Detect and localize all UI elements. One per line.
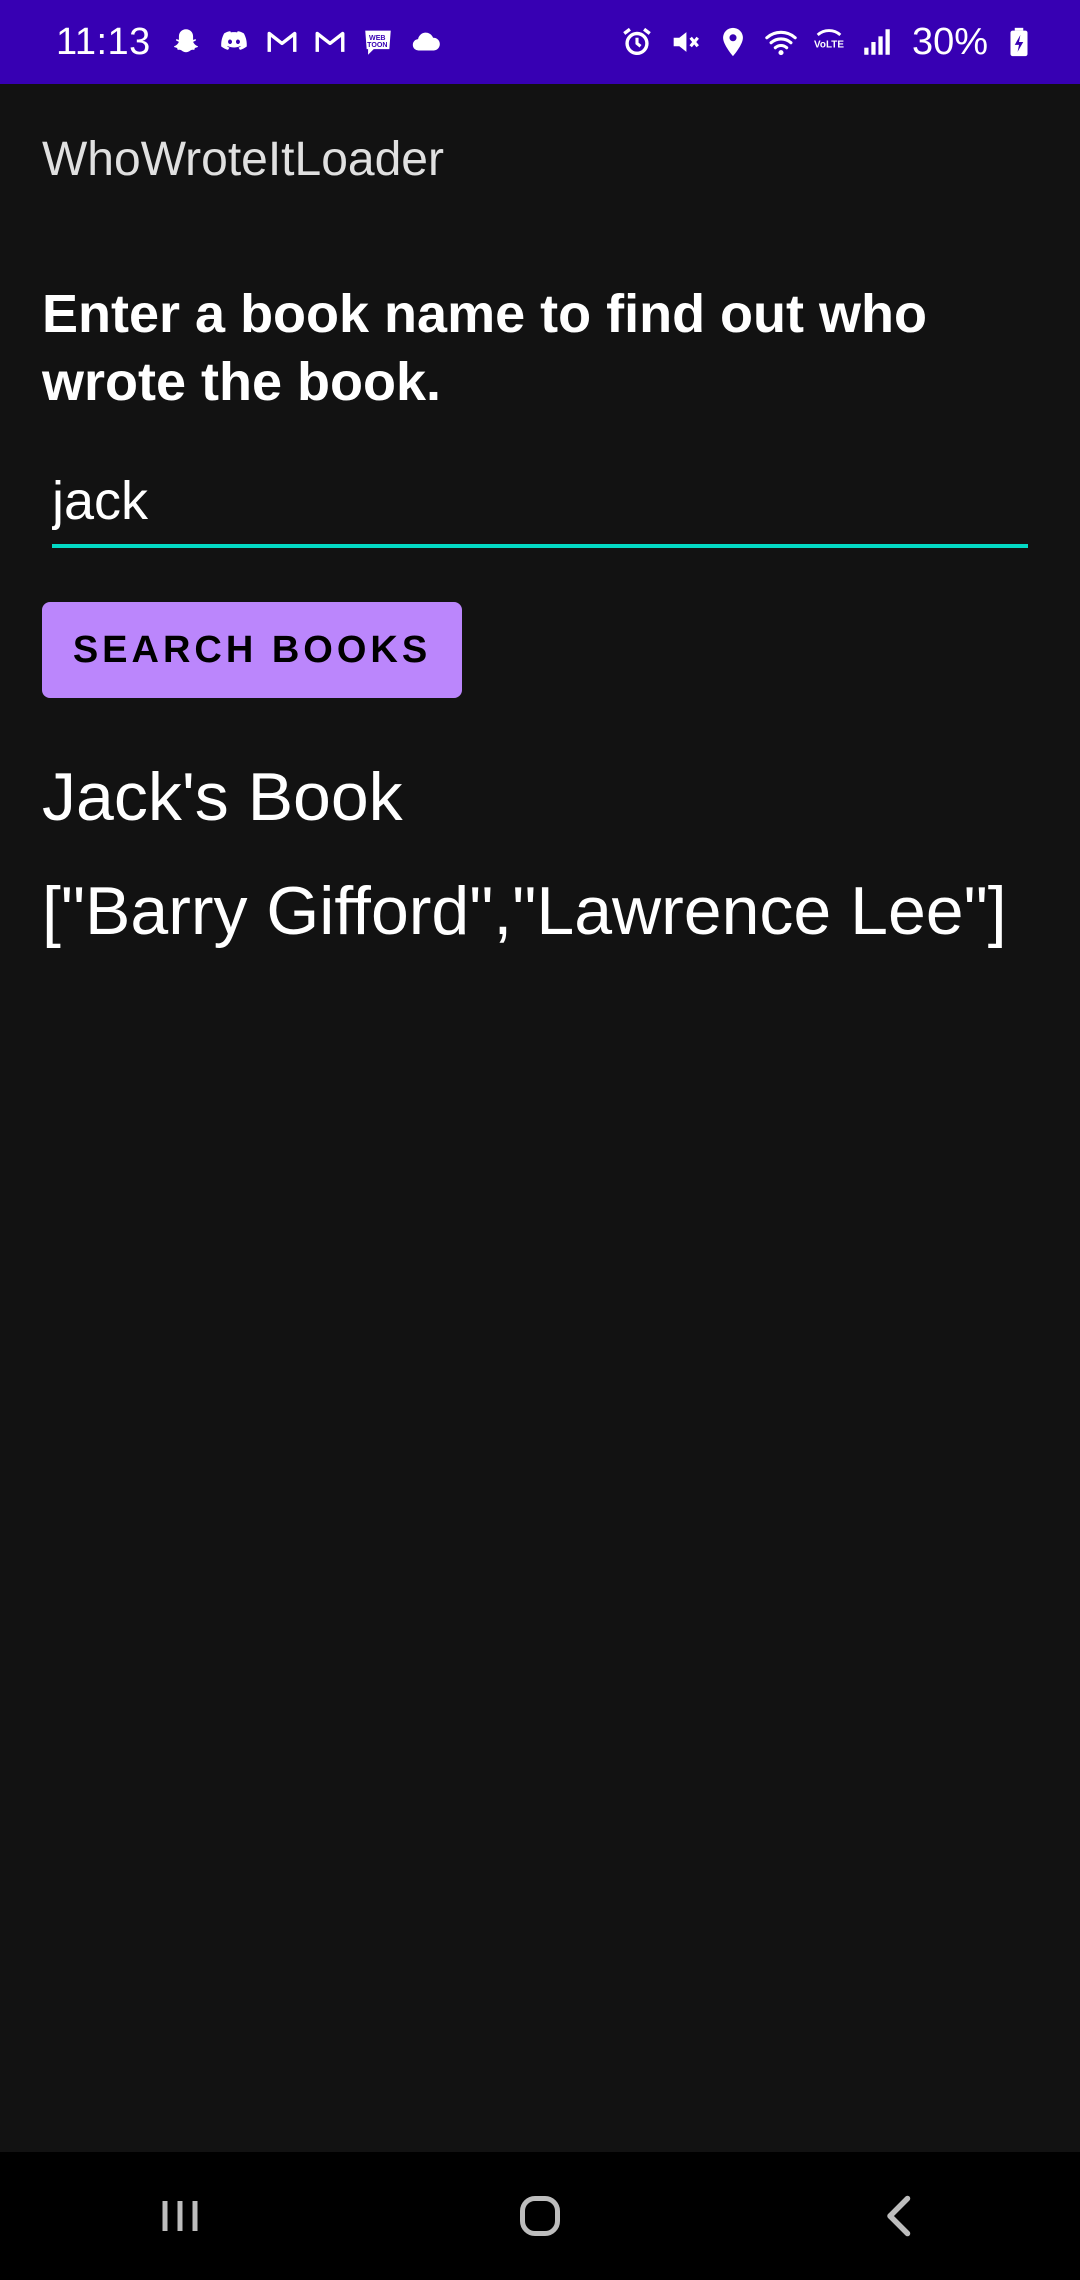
snapchat-icon bbox=[169, 25, 203, 59]
system-icons: VoLTE 30% bbox=[620, 21, 1036, 64]
volte-icon: VoLTE bbox=[812, 25, 846, 59]
mute-icon bbox=[668, 25, 702, 59]
home-button[interactable] bbox=[480, 2166, 600, 2266]
svg-text:VoLTE: VoLTE bbox=[814, 40, 844, 51]
navigation-bar bbox=[0, 2152, 1080, 2280]
battery-charging-icon bbox=[1002, 25, 1036, 59]
recent-apps-button[interactable] bbox=[120, 2166, 240, 2266]
gmail-icon bbox=[313, 25, 347, 59]
alarm-icon bbox=[620, 25, 654, 59]
instructions-text: Enter a book name to find out who wrote … bbox=[42, 284, 927, 412]
discord-icon bbox=[217, 25, 251, 59]
wifi-icon bbox=[764, 25, 798, 59]
back-button[interactable] bbox=[840, 2166, 960, 2266]
back-icon bbox=[887, 2195, 911, 2237]
search-books-button[interactable]: SEARCH BOOKS bbox=[42, 602, 462, 698]
battery-percentage: 30% bbox=[911, 20, 988, 63]
signal-icon bbox=[860, 25, 894, 59]
notification-icons: WEB TOON bbox=[169, 25, 443, 59]
recent-apps-icon bbox=[162, 2201, 198, 2231]
webtoon-icon: WEB TOON bbox=[361, 25, 395, 59]
home-icon bbox=[520, 2196, 560, 2236]
book-search-input[interactable] bbox=[52, 458, 1028, 544]
location-icon bbox=[716, 25, 750, 59]
cloud-icon bbox=[409, 25, 443, 59]
status-time: 11:13 bbox=[56, 20, 151, 63]
result-title: Jack's Book bbox=[42, 759, 403, 835]
app-title: WhoWroteItLoader bbox=[42, 133, 444, 186]
gmail-icon bbox=[265, 25, 299, 59]
status-bar: 11:13 WEB TOON VoLTE 30% bbox=[0, 0, 1080, 84]
app-bar: WhoWroteItLoader bbox=[0, 84, 1080, 236]
result-authors: ["Barry Gifford","Lawrence Lee"] bbox=[42, 873, 1007, 949]
book-input-container[interactable] bbox=[52, 458, 1028, 548]
svg-text:TOON: TOON bbox=[367, 41, 387, 49]
